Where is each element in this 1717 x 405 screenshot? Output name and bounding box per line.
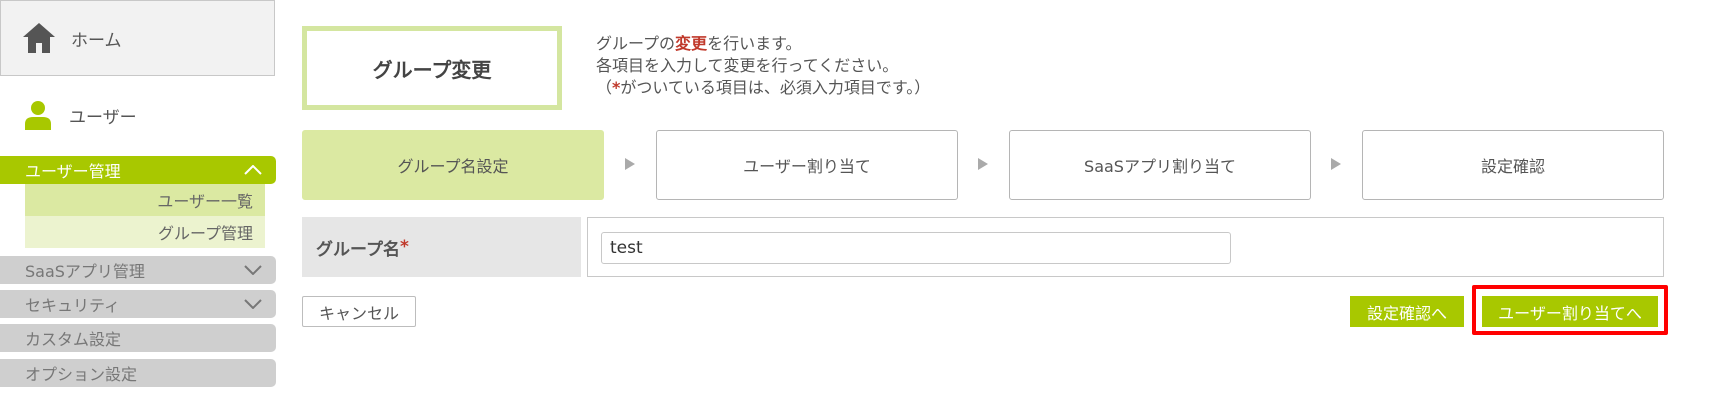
- menu-label: セキュリティ: [25, 296, 121, 315]
- sidebar-menu-custom-settings[interactable]: カスタム設定: [0, 324, 276, 352]
- sidebar-item-user[interactable]: ユーザー: [0, 92, 275, 138]
- menu-label: オプション設定: [25, 365, 138, 384]
- description-line-2: 各項目を入力して変更を行ってください。: [596, 56, 899, 75]
- page-description: グループの変更を行います。 各項目を入力して変更を行ってください。 （*がついて…: [596, 33, 930, 99]
- sidebar-menu-security[interactable]: セキュリティ: [0, 290, 276, 318]
- sidebar-menu-saas-app-management[interactable]: SaaSアプリ管理: [0, 256, 276, 284]
- description-line-1: グループの変更を行います。: [596, 34, 802, 53]
- chevron-down-icon: [244, 299, 262, 309]
- user-icon: [25, 101, 51, 130]
- chevron-up-icon: [244, 165, 262, 175]
- menu-label: ユーザー管理: [25, 162, 121, 181]
- cancel-button[interactable]: キャンセル: [302, 296, 416, 327]
- step-group-name: グループ名設定: [302, 130, 604, 200]
- group-name-label: グループ名 *: [302, 217, 581, 277]
- chevron-down-icon: [244, 265, 262, 275]
- required-mark: *: [399, 237, 409, 257]
- menu-label: カスタム設定: [25, 330, 122, 349]
- menu-label: SaaSアプリ管理: [25, 262, 145, 281]
- sidebar-item-label: ホーム: [71, 30, 122, 51]
- highlight-box: [1472, 285, 1668, 335]
- sidebar-item-home[interactable]: ホーム: [0, 0, 275, 76]
- home-icon: [23, 23, 55, 53]
- step-arrow-icon: [978, 158, 988, 170]
- step-arrow-icon: [625, 158, 635, 170]
- step-arrow-icon: [1331, 158, 1341, 170]
- group-name-input[interactable]: [601, 232, 1231, 264]
- submenu-label: ユーザー一覧: [157, 192, 253, 211]
- page-title: グループ変更: [302, 26, 562, 110]
- step-user-assign: ユーザー割り当て: [656, 130, 958, 200]
- sidebar-menu-option-settings[interactable]: オプション設定: [0, 359, 276, 387]
- submenu-item-user-list[interactable]: ユーザー一覧: [25, 184, 265, 216]
- sidebar-item-label: ユーザー: [69, 107, 137, 128]
- step-saas-assign: SaaSアプリ割り当て: [1009, 130, 1311, 200]
- submenu-item-group-management[interactable]: グループ管理: [25, 216, 265, 248]
- description-line-3: （*がついている項目は、必須入力項目です。）: [596, 78, 931, 97]
- go-to-confirm-button[interactable]: 設定確認へ: [1350, 296, 1464, 327]
- step-confirm: 設定確認: [1362, 130, 1664, 200]
- sidebar-menu-user-management[interactable]: ユーザー管理: [0, 156, 276, 184]
- submenu-label: グループ管理: [157, 224, 253, 243]
